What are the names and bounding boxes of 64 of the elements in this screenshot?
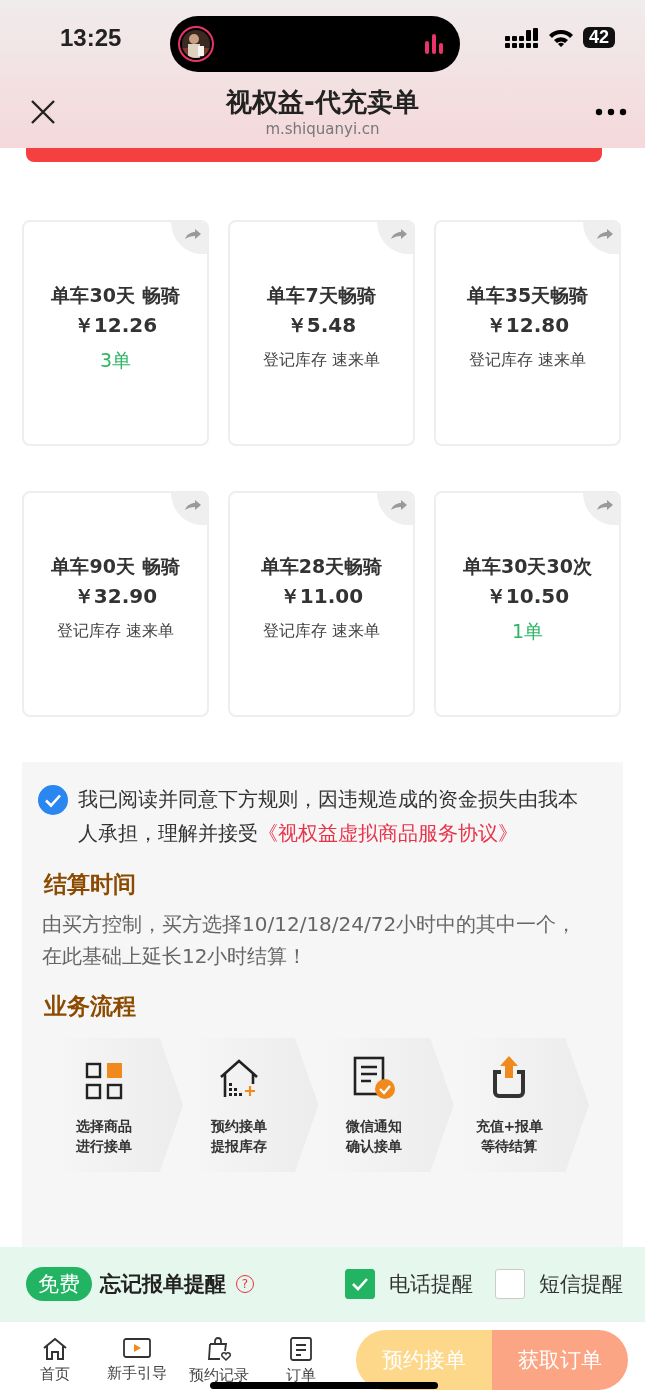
product-card[interactable]: 单车90天 畅骑 ￥32.90 登记库存 速来单 <box>22 491 209 717</box>
product-title: 单车30天30次 <box>463 554 592 579</box>
product-card[interactable]: 单车7天畅骑 ￥5.48 登记库存 速来单 <box>228 220 415 446</box>
nav-tab[interactable]: 新手引导 <box>96 1337 178 1383</box>
status-time: 13:25 <box>60 23 122 52</box>
agreement-link[interactable]: 《视权益虚拟商品服务协议》 <box>258 821 518 845</box>
step-label: 预约接单 提报库存 <box>210 1117 267 1156</box>
share-icon[interactable] <box>171 222 207 254</box>
share-icon[interactable] <box>377 493 413 525</box>
share-icon[interactable] <box>171 493 207 525</box>
reminder-label: 忘记报单提醒 <box>100 1271 226 1298</box>
reminder-option-label: 电话提醒 <box>389 1271 473 1298</box>
nav-tab[interactable]: 订单 <box>260 1335 342 1385</box>
bag-heart-icon <box>206 1335 232 1362</box>
note-icon <box>289 1335 313 1362</box>
reminder-checkbox[interactable] <box>495 1269 525 1299</box>
product-price: ￥5.48 <box>286 312 357 339</box>
reminder-checkbox[interactable] <box>345 1269 375 1299</box>
play-icon <box>123 1337 151 1360</box>
product-title: 单车28天畅骑 <box>260 554 383 579</box>
product-price: ￥10.50 <box>485 583 570 610</box>
step-label: 微信通知 确认接单 <box>346 1117 403 1156</box>
product-title: 单车35天畅骑 <box>466 283 589 308</box>
page-url: m.shiquanyi.cn <box>265 119 380 139</box>
close-icon[interactable] <box>30 98 56 125</box>
agree-checkbox[interactable] <box>38 785 68 815</box>
product-card[interactable]: 单车28天畅骑 ￥11.00 登记库存 速来单 <box>228 491 415 717</box>
product-price: ￥11.00 <box>279 583 364 610</box>
product-status: 登记库存 速来单 <box>262 349 381 371</box>
product-title: 单车7天畅骑 <box>267 283 376 308</box>
product-status: 1单 <box>511 619 544 643</box>
section-heading: 结算时间 <box>44 870 137 899</box>
share-icon[interactable] <box>583 222 619 254</box>
share-icon[interactable] <box>377 222 413 254</box>
grid-icon <box>84 1062 123 1100</box>
audio-bars-icon <box>424 33 444 55</box>
free-badge: 免费 <box>26 1267 92 1301</box>
reminder-option-label: 短信提醒 <box>539 1271 623 1298</box>
step-label: 选择商品 进行接单 <box>75 1117 132 1156</box>
home-icon <box>42 1336 68 1361</box>
product-status: 登记库存 速来单 <box>468 349 587 371</box>
product-price: ￥12.26 <box>73 312 158 339</box>
product-card[interactable]: 单车30天30次 ￥10.50 1单 <box>434 491 621 717</box>
nav-tab[interactable]: 预约记录 <box>178 1335 260 1385</box>
agreement-text: 我已阅读并同意下方规则，因违规造成的资金损失由我本人承担，理解并接受《视权益虚拟商品服务协议》 <box>78 786 579 847</box>
share-icon[interactable] <box>583 493 619 525</box>
product-status: 登记库存 速来单 <box>262 620 381 642</box>
product-card[interactable]: 单车35天畅骑 ￥12.80 登记库存 速来单 <box>434 220 621 446</box>
more-icon[interactable] <box>595 107 627 116</box>
step-label: 充值+报单 等待结算 <box>475 1117 544 1156</box>
settlement-text: 由买方控制，买方选择10/12/18/24/72小时中的其中一个，在此基础上延长12小时结算！ <box>42 911 578 970</box>
product-status: 3单 <box>99 348 132 372</box>
document-check-icon <box>352 1056 397 1100</box>
product-status: 登记库存 速来单 <box>56 620 175 642</box>
page-title: 视权益-代充卖单 <box>226 86 419 119</box>
section-heading: 业务流程 <box>44 992 137 1021</box>
battery-indicator: 42 <box>582 27 615 48</box>
signal-icon <box>504 27 539 48</box>
nav-tab[interactable]: 首页 <box>14 1336 96 1384</box>
product-title: 单车30天 畅骑 <box>51 283 180 308</box>
product-title: 单车90天 畅骑 <box>51 554 180 579</box>
product-card[interactable]: 单车30天 畅骑 ￥12.26 3单 <box>22 220 209 446</box>
product-price: ￥32.90 <box>73 583 158 610</box>
product-price: ￥12.80 <box>485 312 570 339</box>
